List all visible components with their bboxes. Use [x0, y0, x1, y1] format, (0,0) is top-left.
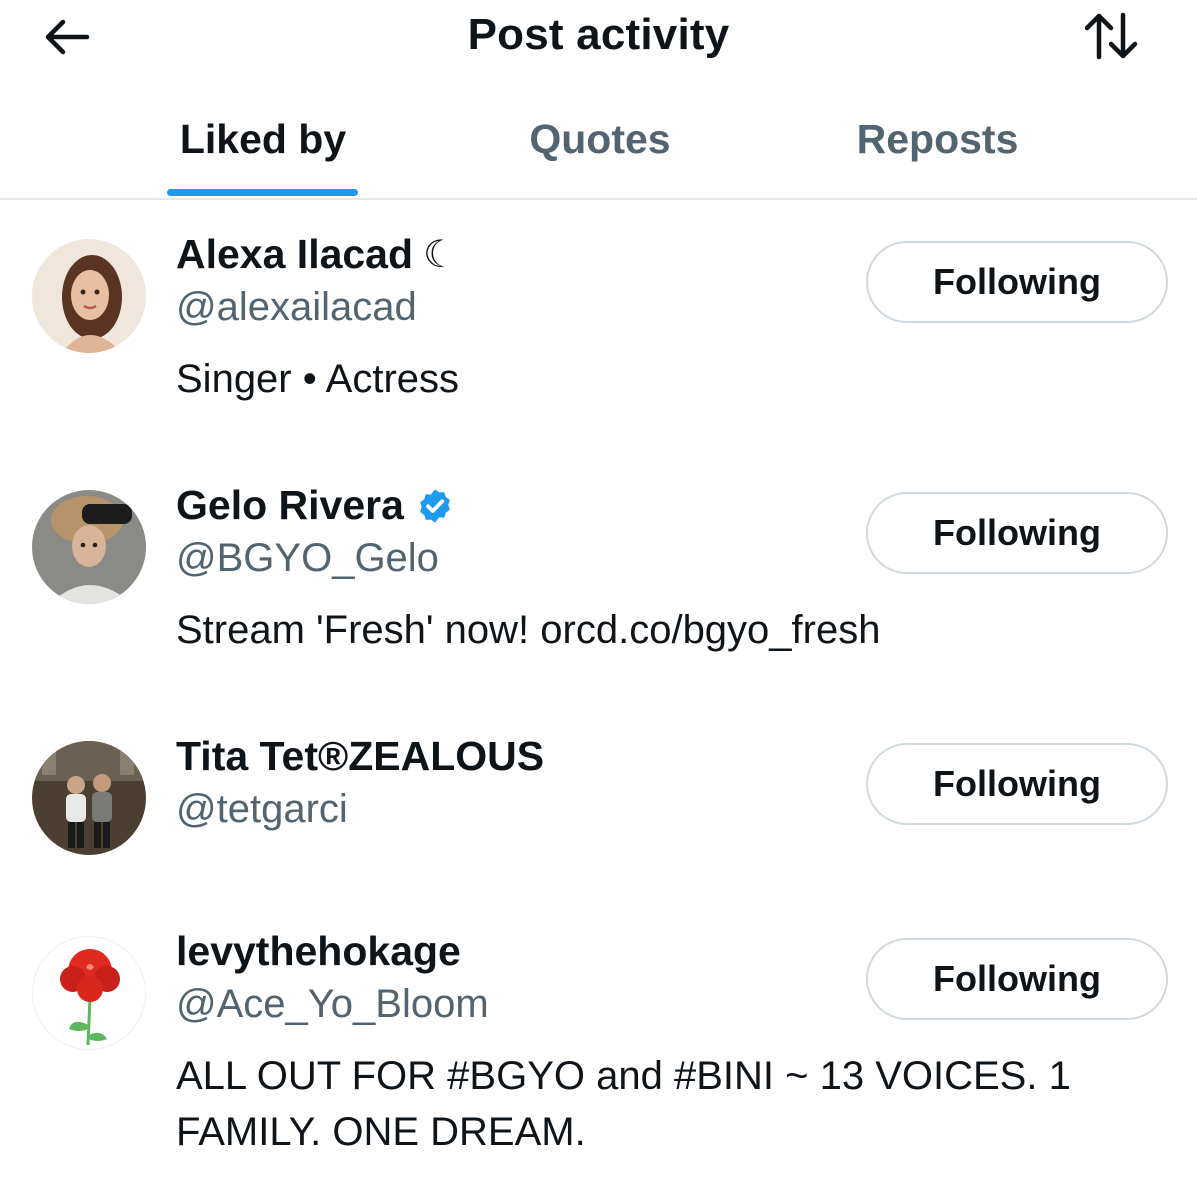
display-name[interactable]: Gelo Rivera	[176, 482, 454, 529]
following-button[interactable]: Following	[866, 492, 1168, 574]
user-handle: @BGYO_Gelo	[176, 536, 439, 580]
display-name-text: Alexa Ilacad	[176, 231, 414, 277]
avatar[interactable]	[32, 239, 146, 353]
display-name[interactable]: levythehokage	[176, 928, 461, 975]
avatar[interactable]	[32, 741, 146, 855]
following-button[interactable]: Following	[866, 938, 1168, 1020]
sort-arrows-icon	[1084, 12, 1138, 60]
user-bio: ALL OUT FOR #BGYO and #BINI ~ 13 VOICES.…	[176, 1054, 1071, 1154]
sort-button[interactable]	[1076, 10, 1146, 62]
avatar[interactable]	[32, 490, 146, 604]
tab-label: Liked by	[179, 115, 347, 162]
verified-badge-icon	[416, 487, 454, 525]
tab-quotes[interactable]: Quotes	[500, 96, 700, 196]
display-name-text: Gelo Rivera	[176, 482, 404, 528]
display-name-text: levythehokage	[176, 928, 461, 974]
display-name-text: Tita Tet®ZEALOUS	[176, 733, 545, 779]
name-suffix: ☾	[423, 234, 458, 276]
user-handle: @alexailacad	[176, 285, 417, 329]
tab-reposts[interactable]: Reposts	[830, 96, 1045, 196]
user-handle: @Ace_Yo_Bloom	[176, 982, 489, 1026]
page-title: Post activity	[467, 10, 730, 59]
tab-label: Reposts	[856, 115, 1019, 162]
active-tab-indicator	[167, 189, 358, 196]
user-bio: Singer • Actress	[176, 357, 460, 401]
user-handle: @tetgarci	[176, 787, 348, 831]
tab-label: Quotes	[529, 115, 671, 162]
display-name[interactable]: Tita Tet®ZEALOUS	[176, 733, 544, 780]
following-button[interactable]: Following	[866, 743, 1168, 825]
display-name[interactable]: Alexa Ilacad ☾	[176, 231, 457, 278]
user-bio: Stream 'Fresh' now! orcd.co/bgyo_fresh	[176, 608, 881, 652]
tab-bar: Liked by Quotes Reposts	[0, 96, 1197, 200]
tab-liked-by[interactable]: Liked by	[160, 96, 366, 196]
following-button[interactable]: Following	[866, 241, 1168, 323]
top-bar: Post activity	[0, 0, 1197, 80]
avatar[interactable]	[32, 936, 146, 1050]
